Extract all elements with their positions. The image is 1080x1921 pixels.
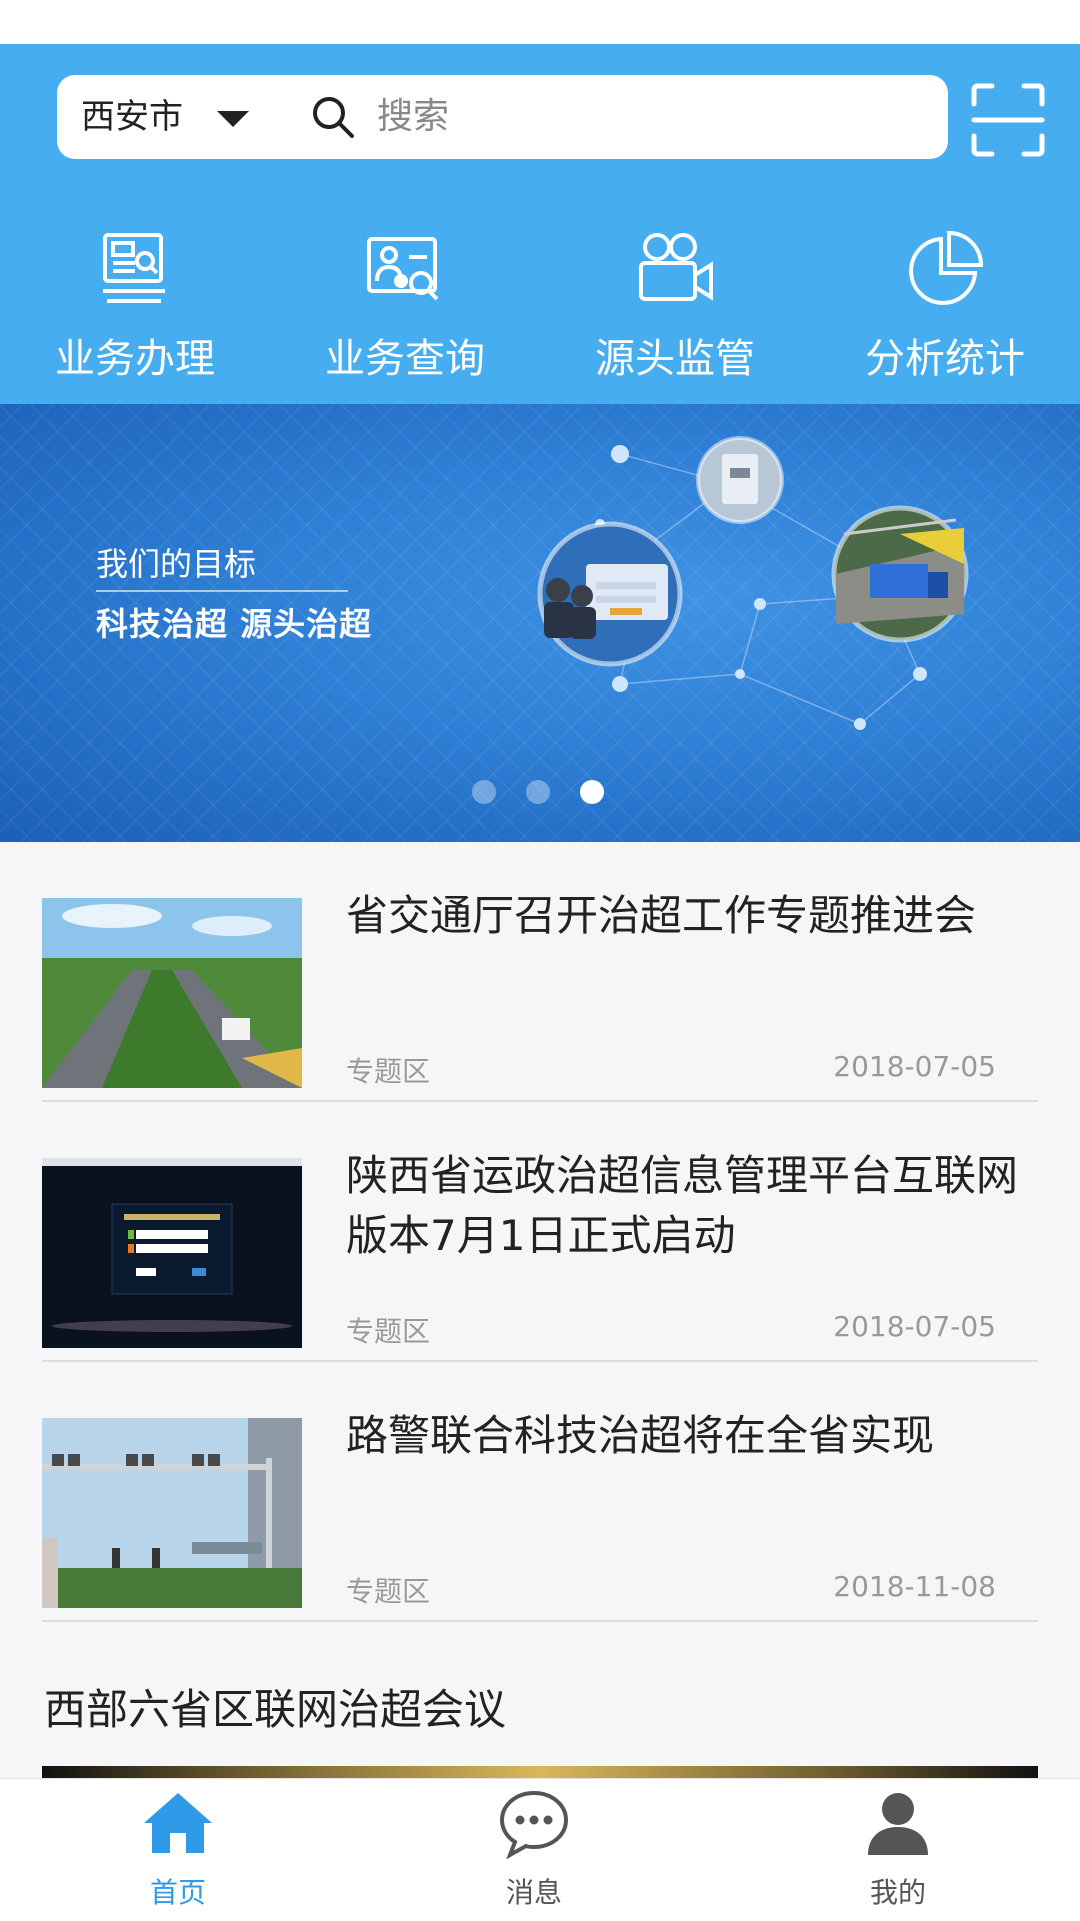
search-bar: 西安市 搜索 (57, 75, 948, 159)
quick-nav-business-query[interactable]: 业务查询 (270, 224, 540, 384)
search-icon (313, 97, 354, 138)
carousel-dot[interactable] (472, 780, 496, 804)
carousel-dot[interactable] (526, 780, 550, 804)
news-title: 省交通厅召开治超工作专题推进会 (346, 891, 977, 940)
camera-icon (639, 233, 713, 301)
news-item[interactable]: 省交通厅召开治超工作专题推进会 专题区 2018-07-05 (42, 842, 1038, 1102)
section-title[interactable]: 西部六省区联网治超会议 (44, 1676, 506, 1737)
quick-nav-analysis[interactable]: 分析统计 (810, 224, 1080, 384)
tab-label: 首页 (149, 1876, 206, 1909)
quick-nav-label: 业务办理 (55, 336, 215, 382)
kiosk-photo-circle (696, 436, 784, 524)
news-title: 陕西省运政治超信息管理平台互联网版本7月1日正式启动 (346, 1151, 1019, 1260)
news-item[interactable]: 路警联合科技治超将在全省实现 专题区 2018-11-08 (42, 1362, 1038, 1622)
truck-photo-circle (831, 505, 969, 643)
banner-slogan: 科技治超 源头治超 (96, 605, 373, 643)
home-icon (144, 1793, 212, 1853)
top-header: 西安市 搜索 业务办理 业务查询 源头监管 分析统计 (0, 44, 1080, 404)
tab-profile[interactable]: 我的 (798, 1779, 998, 1921)
tab-home[interactable]: 首页 (78, 1779, 278, 1921)
tab-messages[interactable]: 消息 (434, 1779, 634, 1921)
news-tag: 专题区 (346, 1575, 431, 1608)
news-item[interactable]: 陕西省运政治超信息管理平台互联网版本7月1日正式启动 专题区 2018-07-0… (42, 1102, 1038, 1362)
bottom-tab-bar: 首页 消息 我的 (0, 1778, 1080, 1921)
quick-nav-business-handling[interactable]: 业务办理 (0, 224, 270, 384)
search-input[interactable]: 搜索 (377, 75, 449, 159)
user-icon (868, 1793, 928, 1855)
news-tag: 专题区 (346, 1055, 431, 1088)
carousel-dot-active[interactable] (580, 780, 604, 804)
news-date: 2018-07-05 (833, 1050, 996, 1083)
quick-nav-label: 源头监管 (595, 336, 755, 382)
city-selector[interactable]: 西安市 (81, 75, 183, 159)
news-date: 2018-07-05 (833, 1310, 996, 1343)
business-query-icon (367, 237, 439, 301)
login-photo-circle (537, 521, 683, 667)
message-icon (499, 1790, 569, 1859)
news-tag: 专题区 (346, 1315, 431, 1348)
news-title: 路警联合科技治超将在全省实现 (346, 1411, 935, 1460)
news-thumbnail-login-screen (42, 1158, 302, 1348)
section-image[interactable] (42, 1766, 1038, 1778)
quick-nav-label: 分析统计 (865, 336, 1025, 382)
banner-heading: 我们的目标 (96, 545, 257, 583)
quick-nav-source-supervision[interactable]: 源头监管 (540, 224, 810, 384)
quick-nav: 业务办理 业务查询 源头监管 分析统计 (0, 224, 1080, 384)
banner-carousel[interactable]: 我们的目标 科技治超 源头治超 (0, 404, 1080, 842)
business-handling-icon (103, 233, 165, 303)
tab-label: 我的 (869, 1876, 926, 1909)
tab-label: 消息 (505, 1876, 562, 1909)
news-thumbnail-traffic-cameras (42, 1418, 302, 1608)
pie-chart-icon (909, 230, 984, 305)
carousel-indicator (470, 780, 620, 804)
scan-icon[interactable] (970, 82, 1046, 158)
banner-divider (96, 590, 348, 592)
caret-down-icon[interactable] (217, 111, 249, 127)
news-date: 2018-11-08 (833, 1570, 996, 1603)
news-list: 省交通厅召开治超工作专题推进会 专题区 2018-07-05 陕西省运政治超信息… (0, 842, 1080, 1778)
news-thumbnail-highway (42, 898, 302, 1088)
quick-nav-label: 业务查询 (325, 336, 485, 382)
banner-network-illustration (537, 436, 969, 730)
status-bar (0, 0, 1080, 44)
